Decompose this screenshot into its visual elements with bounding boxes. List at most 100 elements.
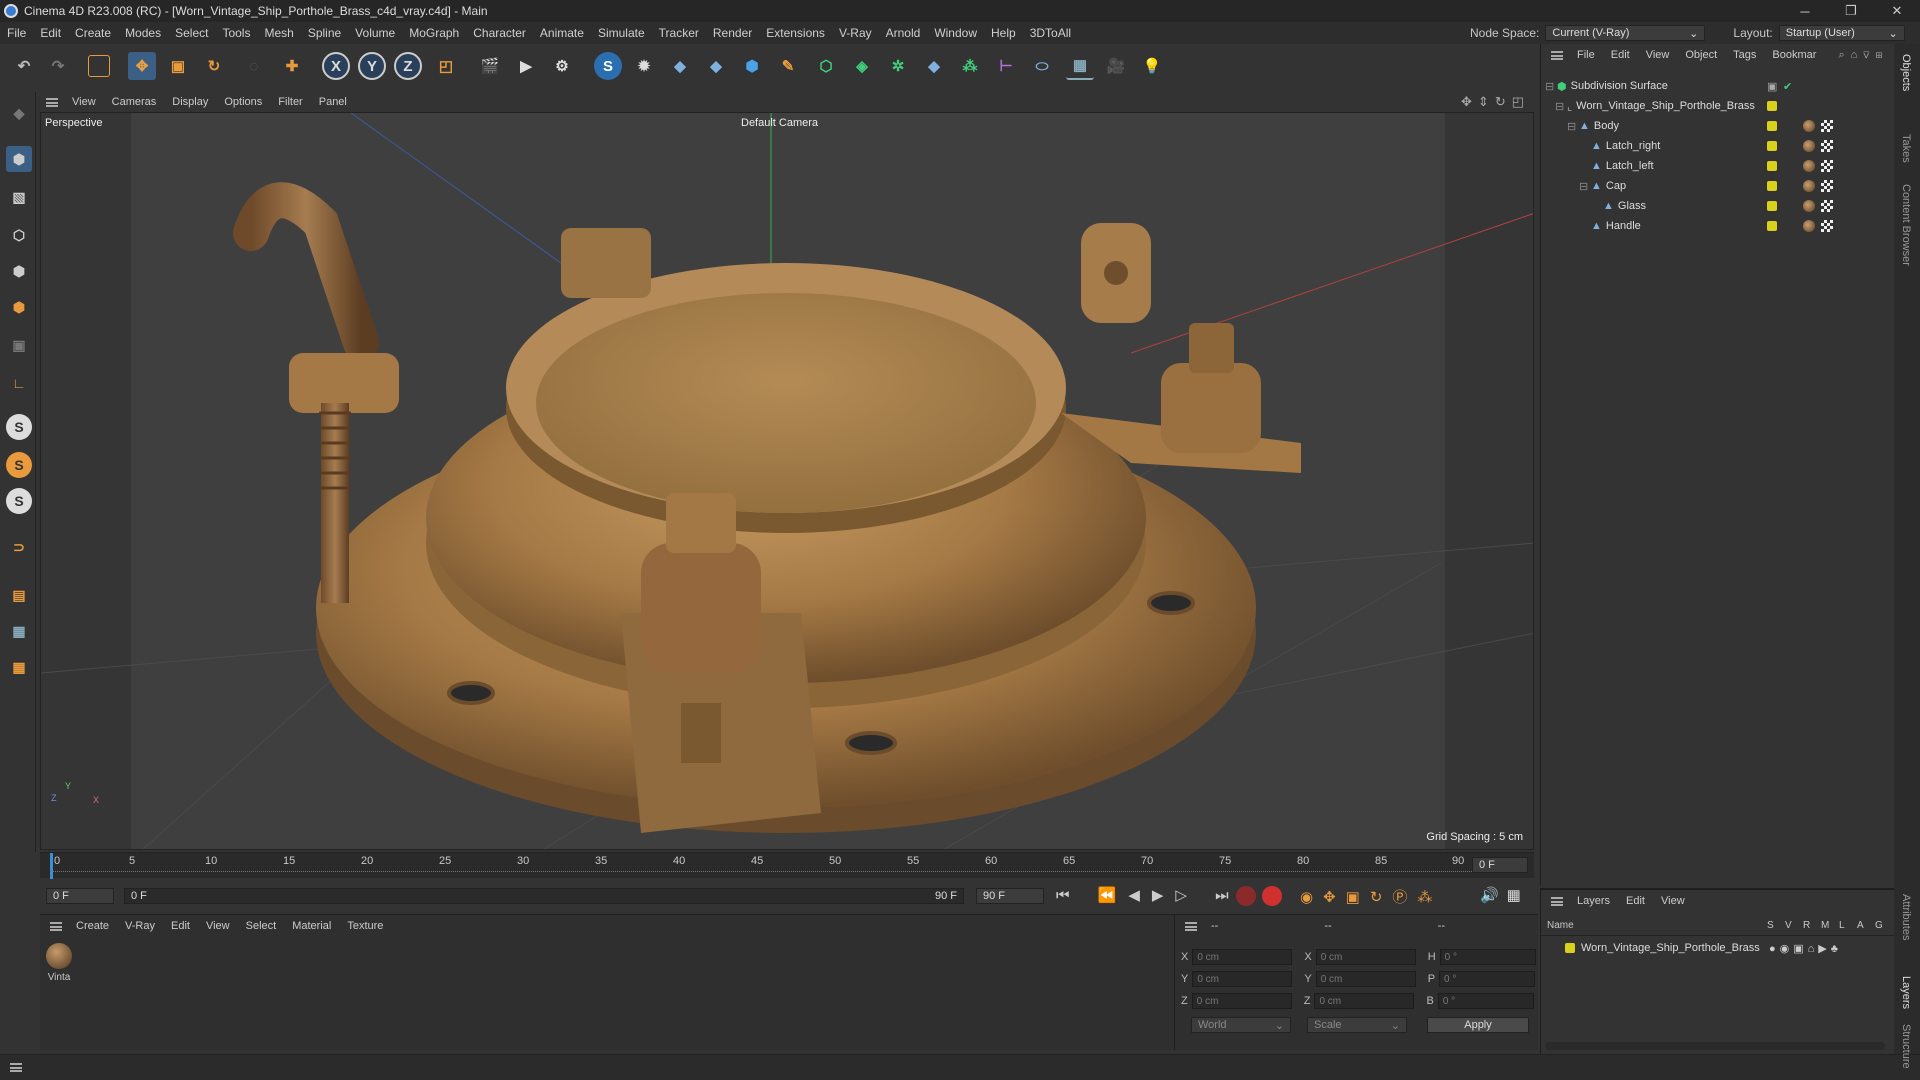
coordinate-system-icon[interactable]: ◰	[432, 52, 460, 80]
undo-icon[interactable]: ↶	[10, 52, 38, 80]
make-editable-icon[interactable]: ◆	[6, 100, 32, 126]
material-menu-icon[interactable]	[50, 921, 62, 931]
material-tag-icon[interactable]	[1803, 180, 1815, 192]
enabled-check-icon[interactable]: ✔	[1783, 80, 1792, 93]
menu-arnold[interactable]: Arnold	[879, 26, 928, 40]
magnet-icon[interactable]: ⊃	[6, 534, 32, 560]
layer-row[interactable]: Worn_Vintage_Ship_Porthole_Brass ●◉▣⌂▶♣	[1541, 938, 1895, 958]
cube-object-icon[interactable]: ⬢	[738, 52, 766, 80]
pos-x-field[interactable]: 0 cm	[1192, 949, 1293, 965]
material-menu-view[interactable]: View	[198, 920, 238, 932]
cloner-icon[interactable]: ✲	[884, 52, 912, 80]
menu-render[interactable]: Render	[706, 26, 759, 40]
grid-icon[interactable]: ▦	[6, 618, 32, 644]
polygon-mode-icon[interactable]: ⬢	[6, 294, 32, 320]
maximize-button[interactable]: ❐	[1828, 0, 1874, 22]
edit-toggle-icon[interactable]: ▣	[1767, 80, 1777, 93]
create-object-icon[interactable]: ✚	[278, 52, 306, 80]
viewport-nav-icons[interactable]: ✥⇕↻◰	[1461, 94, 1530, 110]
timeline-layout-icons[interactable]: 🔊▦	[1480, 886, 1529, 904]
playhead[interactable]	[50, 853, 53, 879]
tree-row-body[interactable]: ⊟ ▲ Body	[1541, 116, 1895, 136]
python-script-2-icon[interactable]: ◆	[702, 52, 730, 80]
uvw-tag-icon[interactable]	[1821, 140, 1833, 152]
layer-color-swatch[interactable]	[1565, 943, 1575, 953]
material-tag-icon[interactable]	[1803, 200, 1815, 212]
menu-simulate[interactable]: Simulate	[591, 26, 652, 40]
pos-z-field[interactable]: 0 cm	[1191, 993, 1292, 1009]
end-frame-field[interactable]: 90 F	[976, 888, 1044, 904]
rot-b-field[interactable]: 0 °	[1437, 993, 1534, 1009]
layer-color-swatch[interactable]	[1767, 201, 1777, 211]
tree-row-subdivision[interactable]: ⊟ ⬢ Subdivision Surface ▣ ✔	[1541, 76, 1895, 96]
workplane-icon[interactable]: ▤	[6, 582, 32, 608]
layer-color-swatch[interactable]	[1767, 221, 1777, 231]
light-object-icon[interactable]: 💡	[1138, 52, 1166, 80]
layout-select[interactable]: Startup (User) ⌄	[1778, 25, 1905, 41]
field-icon[interactable]: ⬭	[1028, 52, 1056, 80]
texture-mode-icon[interactable]: ▧	[6, 184, 32, 210]
viewport-menu-filter[interactable]: Filter	[270, 96, 310, 108]
keyframe-tools-icons[interactable]: ◉✥▣↻Ⓟ⁂	[1300, 886, 1442, 907]
menu-tools[interactable]: Tools	[215, 26, 257, 40]
menu-edit[interactable]: Edit	[33, 26, 68, 40]
layer-menu-edit[interactable]: Edit	[1618, 895, 1653, 907]
quantize-icon[interactable]: S	[6, 488, 32, 514]
layer-color-swatch[interactable]	[1767, 121, 1777, 131]
menu-window[interactable]: Window	[927, 26, 984, 40]
object-menu-tags[interactable]: Tags	[1725, 49, 1764, 61]
python-generator-icon[interactable]: ◆	[920, 52, 948, 80]
object-menu-icon[interactable]	[1551, 50, 1563, 60]
menu-create[interactable]: Create	[68, 26, 118, 40]
uvw-tag-icon[interactable]	[1821, 160, 1833, 172]
current-frame-field[interactable]: 0 F	[1472, 857, 1528, 873]
layer-toggle-icons[interactable]: ●◉▣⌂▶♣	[1769, 942, 1842, 955]
menu-help[interactable]: Help	[984, 26, 1023, 40]
viewport-camera-label[interactable]: Default Camera	[741, 117, 818, 129]
object-menu-object[interactable]: Object	[1677, 49, 1725, 61]
viewport-menu-options[interactable]: Options	[216, 96, 270, 108]
z-axis-lock-icon[interactable]: Z	[394, 52, 422, 80]
object-search-icons[interactable]: ⌕⌂⊽⊞	[1838, 49, 1888, 62]
material-tag-icon[interactable]	[1803, 220, 1815, 232]
layer-menu-view[interactable]: View	[1653, 895, 1693, 907]
material-menu-vray[interactable]: V-Ray	[117, 920, 163, 932]
scale-tool-icon[interactable]: ▣	[164, 52, 192, 80]
viewport-menu-icon[interactable]	[46, 97, 58, 107]
move-tool-icon[interactable]: ✥	[128, 52, 156, 80]
tab-structure[interactable]: Structure	[1900, 1024, 1912, 1069]
viewport-menu-display[interactable]: Display	[164, 96, 216, 108]
status-menu-icon[interactable]	[10, 1063, 22, 1072]
tree-row-handle[interactable]: ▲ Handle	[1541, 216, 1895, 236]
material-tag-icon[interactable]	[1803, 160, 1815, 172]
mograph-cloner-icon[interactable]: ⁂	[956, 52, 984, 80]
floor-object-icon[interactable]: ▦	[1066, 52, 1094, 80]
layer-menu-layers[interactable]: Layers	[1569, 895, 1618, 907]
material-tag-icon[interactable]	[1803, 120, 1815, 132]
minimize-button[interactable]: ─	[1782, 0, 1828, 22]
menu-extensions[interactable]: Extensions	[759, 26, 832, 40]
uv-mode-icon[interactable]: ▣	[6, 332, 32, 358]
material-menu-create[interactable]: Create	[68, 920, 117, 932]
start-frame-field[interactable]: 0 F	[46, 888, 114, 904]
vray-icon[interactable]: S	[594, 52, 622, 80]
object-menu-bookmarks[interactable]: Bookmar	[1764, 49, 1824, 61]
live-selection-icon[interactable]	[88, 55, 110, 77]
layer-color-swatch[interactable]	[1767, 101, 1777, 111]
render-view-icon[interactable]: 🎬	[476, 52, 504, 80]
pos-y-field[interactable]: 0 cm	[1192, 971, 1293, 987]
vray-settings-icon[interactable]: ✹	[630, 52, 658, 80]
edge-mode-icon[interactable]: ⬢	[6, 258, 32, 284]
viewport-menu-panel[interactable]: Panel	[311, 96, 355, 108]
autokey-icon[interactable]	[1262, 886, 1282, 906]
material-menu-select[interactable]: Select	[238, 920, 285, 932]
layer-color-swatch[interactable]	[1767, 181, 1777, 191]
collapse-icon[interactable]: ⊟	[1545, 80, 1557, 93]
apply-button[interactable]: Apply	[1427, 1017, 1529, 1033]
viewport-menu-cameras[interactable]: Cameras	[104, 96, 165, 108]
menu-vray[interactable]: V-Ray	[832, 26, 879, 40]
tab-content-browser[interactable]: Content Browser	[1900, 184, 1912, 266]
subdivision-icon[interactable]: ⬡	[812, 52, 840, 80]
material-menu-texture[interactable]: Texture	[339, 920, 391, 932]
node-space-select[interactable]: Current (V-Ray) ⌄	[1545, 25, 1706, 41]
